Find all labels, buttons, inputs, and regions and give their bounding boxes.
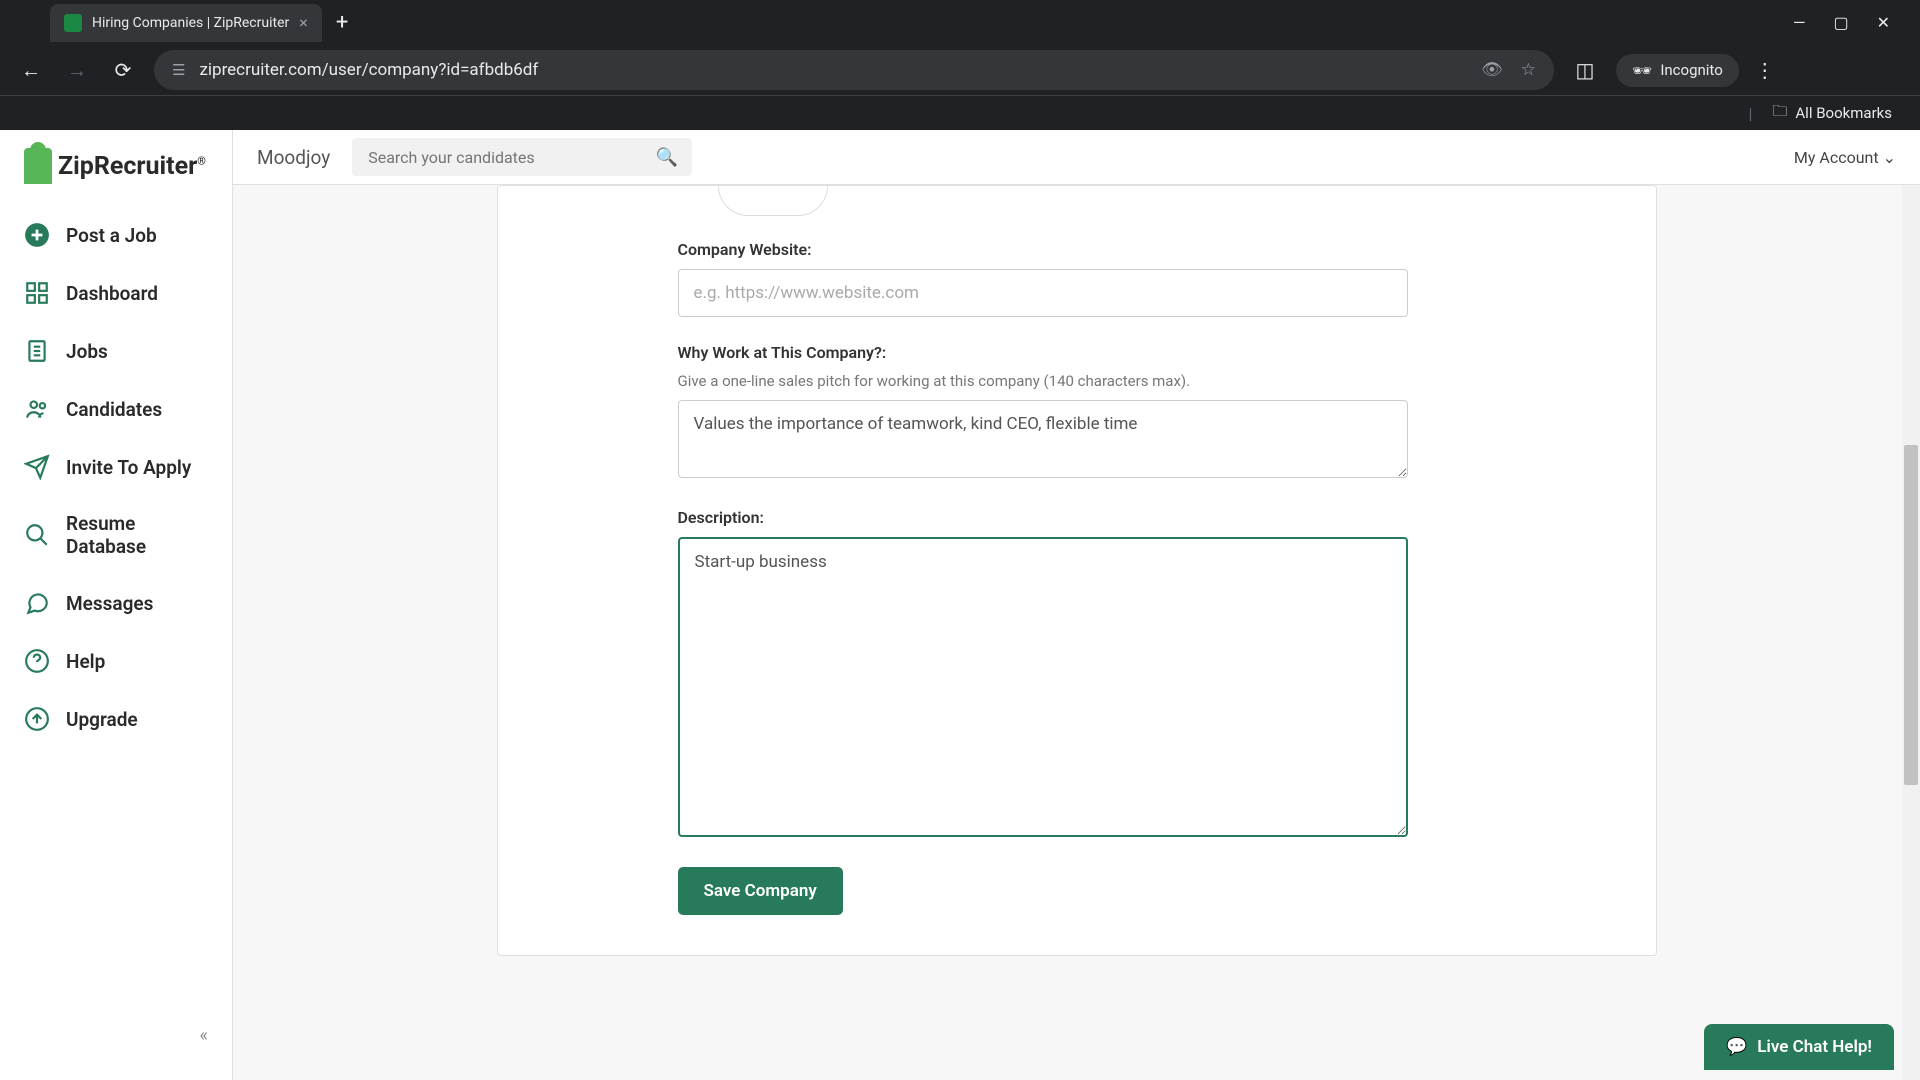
why-work-hint: Give a one-line sales pitch for working …: [678, 372, 1476, 390]
url-text: ziprecruiter.com/user/company?id=afbdb6d…: [199, 60, 1467, 80]
browser-chrome: Hiring Companies | ZipRecruiter × + — ▢ …: [0, 0, 1920, 130]
incognito-label: Incognito: [1660, 61, 1722, 79]
sidebar-item-dashboard[interactable]: Dashboard: [0, 264, 232, 322]
sidebar-item-upgrade[interactable]: Upgrade: [0, 690, 232, 748]
sidebar-item-label: Resume Database: [66, 512, 208, 558]
top-bar: Moodjoy 🔍 My Account ⌄: [233, 130, 1920, 185]
description-label: Description:: [678, 508, 1476, 527]
site-info-icon[interactable]: ☰: [172, 61, 185, 79]
tab-bar: Hiring Companies | ZipRecruiter × + — ▢ …: [0, 0, 1920, 45]
close-window-icon[interactable]: ✕: [1877, 13, 1890, 32]
my-account-link[interactable]: My Account ⌄: [1794, 148, 1896, 167]
browser-menu-icon[interactable]: ⋮: [1755, 58, 1775, 82]
forward-button[interactable]: →: [62, 58, 92, 83]
form-content: Company Website: Why Work at This Compan…: [233, 185, 1920, 956]
sidebar-item-label: Candidates: [66, 398, 162, 421]
star-icon[interactable]: ☆: [1521, 60, 1536, 80]
logo[interactable]: ZipRecruiter®: [0, 148, 232, 206]
logo-text: ZipRecruiter®: [58, 152, 206, 181]
window-controls: — ▢ ✕: [1793, 13, 1910, 32]
company-avatar-placeholder: [718, 186, 828, 216]
sidebar: ZipRecruiter® Post a Job Dashboard Jobs …: [0, 130, 233, 1080]
sidebar-item-help[interactable]: Help: [0, 632, 232, 690]
sidebar-item-messages[interactable]: Messages: [0, 574, 232, 632]
chat-bubble-icon: 💬: [1726, 1037, 1747, 1057]
scrollbar[interactable]: [1902, 185, 1920, 1080]
sidebar-item-label: Help: [66, 650, 105, 673]
maximize-icon[interactable]: ▢: [1833, 13, 1848, 32]
why-work-group: Why Work at This Company?: Give a one-li…: [678, 343, 1476, 482]
why-work-textarea[interactable]: [678, 400, 1408, 478]
sidebar-item-label: Upgrade: [66, 708, 138, 731]
sidebar-item-label: Dashboard: [66, 282, 158, 305]
plus-circle-icon: [24, 222, 50, 248]
why-work-label: Why Work at This Company?:: [678, 343, 1476, 362]
incognito-badge[interactable]: 🕶 Incognito: [1616, 54, 1739, 87]
people-icon: [24, 396, 50, 422]
sidebar-item-label: Invite To Apply: [66, 456, 191, 479]
live-chat-label: Live Chat Help!: [1757, 1037, 1872, 1057]
tab-title: Hiring Companies | ZipRecruiter: [92, 15, 289, 31]
main-content: Moodjoy 🔍 My Account ⌄ Company Website: …: [233, 130, 1920, 1080]
incognito-icon: 🕶: [1632, 61, 1652, 80]
bookmark-bar: | 🗀 All Bookmarks: [0, 95, 1920, 130]
app-container: ZipRecruiter® Post a Job Dashboard Jobs …: [0, 130, 1920, 1080]
logo-icon: [24, 148, 52, 184]
scrollbar-thumb[interactable]: [1904, 445, 1918, 785]
website-label: Company Website:: [678, 240, 1476, 259]
browser-tab[interactable]: Hiring Companies | ZipRecruiter ×: [50, 4, 322, 42]
sidebar-item-label: Jobs: [66, 340, 108, 363]
website-input[interactable]: [678, 269, 1408, 317]
collapse-sidebar-button[interactable]: «: [0, 1009, 232, 1062]
new-tab-button[interactable]: +: [336, 10, 348, 35]
minimize-icon[interactable]: —: [1793, 13, 1806, 32]
tab-favicon-icon: [64, 14, 82, 32]
grid-icon: [24, 280, 50, 306]
search-icon: [24, 522, 50, 548]
visibility-off-icon[interactable]: 👁: [1481, 60, 1503, 80]
sidebar-item-jobs[interactable]: Jobs: [0, 322, 232, 380]
sidebar-item-resume-db[interactable]: Resume Database: [0, 496, 232, 574]
description-textarea[interactable]: [678, 537, 1408, 837]
nav-bar: ← → ⟳ ☰ ziprecruiter.com/user/company?id…: [0, 45, 1920, 95]
help-icon: [24, 648, 50, 674]
candidate-search[interactable]: 🔍: [352, 138, 692, 176]
search-input[interactable]: [368, 148, 676, 167]
all-bookmarks-link[interactable]: 🗀 All Bookmarks: [1772, 101, 1892, 126]
sidebar-nav: Post a Job Dashboard Jobs Candidates Inv…: [0, 206, 232, 748]
bookmark-separator: |: [1748, 104, 1752, 123]
website-group: Company Website:: [678, 240, 1476, 317]
upgrade-icon: [24, 706, 50, 732]
chat-icon: [24, 590, 50, 616]
document-icon: [24, 338, 50, 364]
back-button[interactable]: ←: [16, 58, 46, 83]
company-name: Moodjoy: [257, 146, 330, 169]
live-chat-button[interactable]: 💬 Live Chat Help!: [1704, 1024, 1894, 1070]
send-icon: [24, 454, 50, 480]
folder-icon: 🗀: [1772, 101, 1787, 126]
reload-button[interactable]: ⟳: [108, 58, 138, 82]
sidebar-item-label: Post a Job: [66, 224, 157, 247]
tab-close-icon[interactable]: ×: [299, 13, 308, 32]
sidebar-item-post-job[interactable]: Post a Job: [0, 206, 232, 264]
sidebar-item-candidates[interactable]: Candidates: [0, 380, 232, 438]
bookmarks-label: All Bookmarks: [1795, 104, 1892, 122]
company-form-card: Company Website: Why Work at This Compan…: [497, 185, 1657, 956]
description-group: Description:: [678, 508, 1476, 841]
url-bar[interactable]: ☰ ziprecruiter.com/user/company?id=afbdb…: [154, 50, 1554, 90]
sidebar-item-invite[interactable]: Invite To Apply: [0, 438, 232, 496]
side-panel-icon[interactable]: ◫: [1570, 58, 1600, 82]
save-company-button[interactable]: Save Company: [678, 867, 843, 915]
search-icon[interactable]: 🔍: [656, 147, 678, 168]
sidebar-item-label: Messages: [66, 592, 153, 615]
